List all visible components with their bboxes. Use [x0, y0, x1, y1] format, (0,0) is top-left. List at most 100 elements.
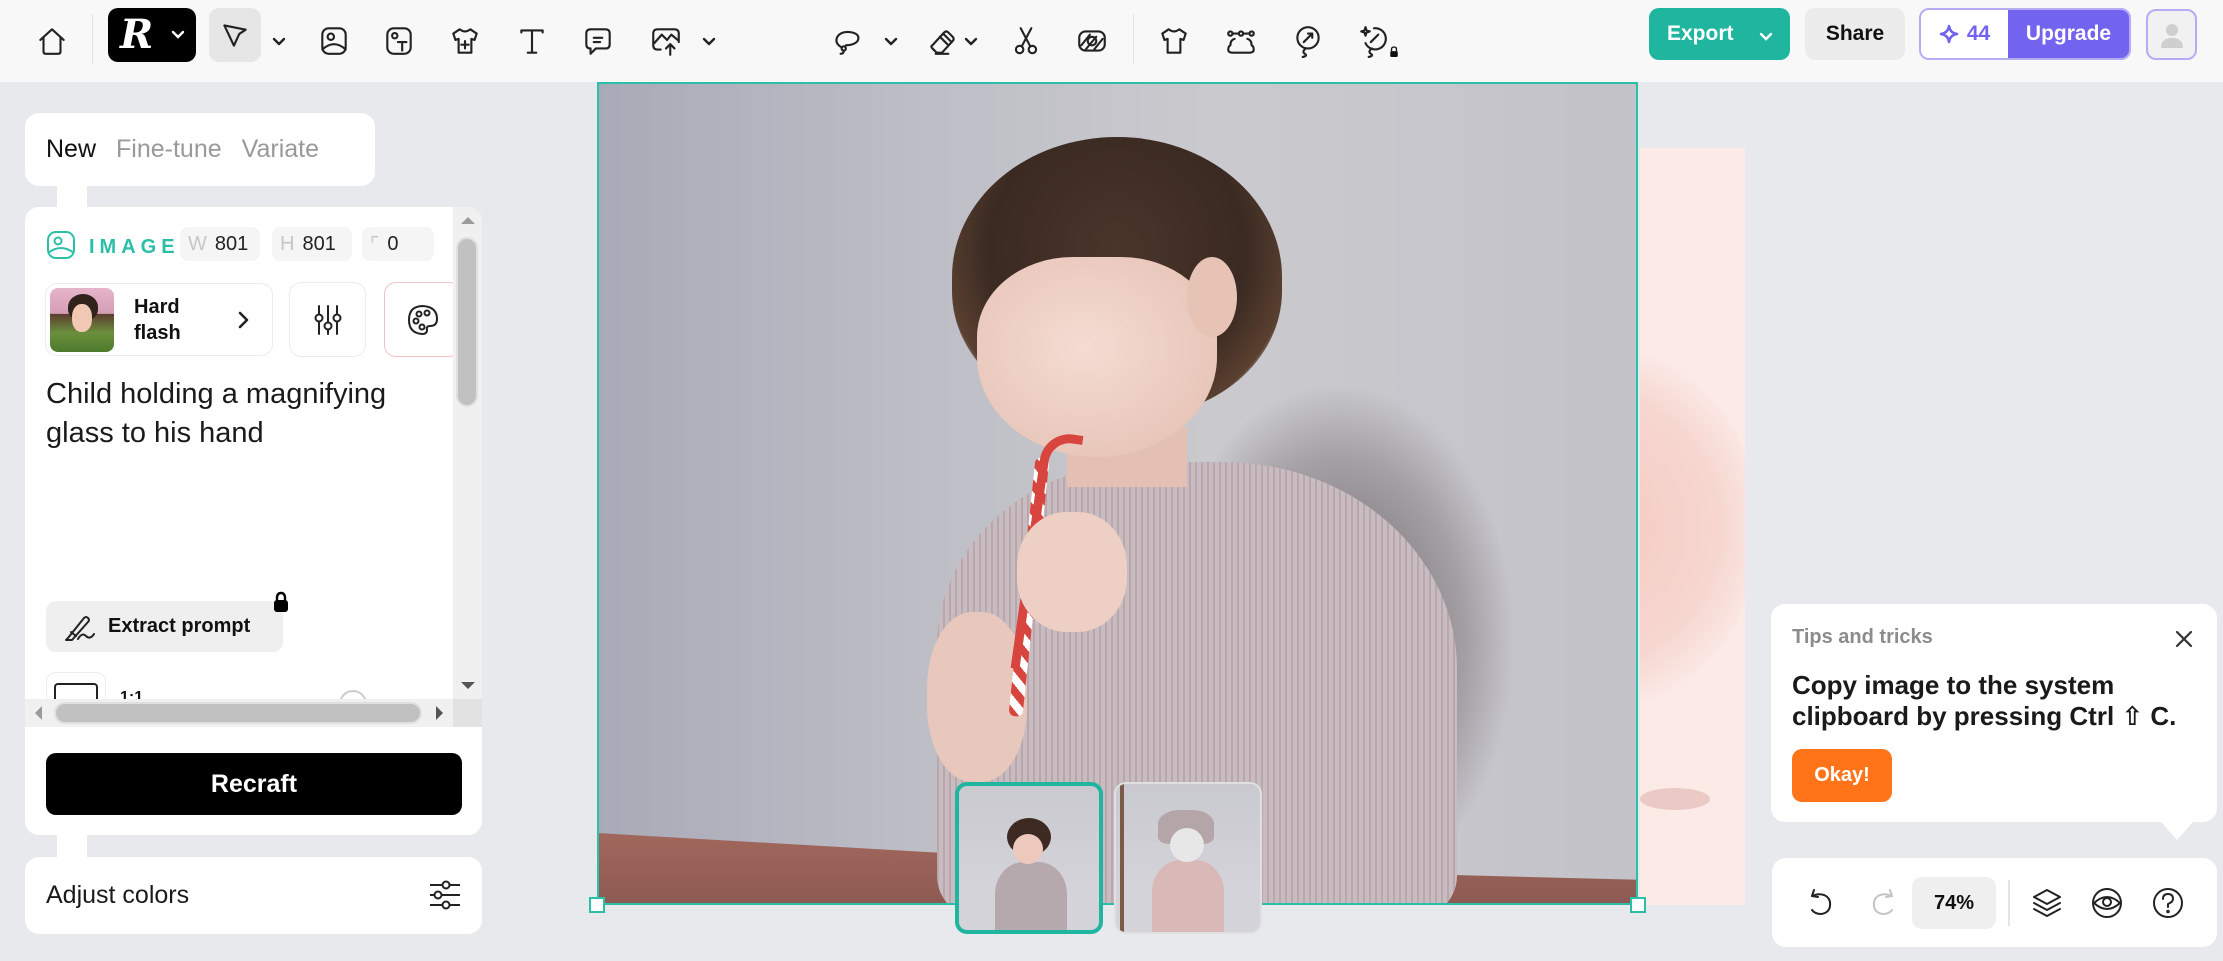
comment-icon	[585, 28, 611, 55]
settings-sliders-button[interactable]	[289, 282, 366, 357]
eraser-dropdown[interactable]	[960, 25, 982, 57]
home-button[interactable]	[28, 17, 76, 65]
upload-dropdown[interactable]	[698, 25, 720, 57]
variant-thumbnail-2[interactable]	[1114, 782, 1262, 934]
undo-icon	[1811, 889, 1832, 915]
upload-image-button[interactable]	[642, 17, 690, 65]
scroll-down-arrow[interactable]	[461, 682, 475, 689]
layers-button[interactable]	[2024, 880, 2070, 926]
account-avatar-button[interactable]	[2146, 9, 2197, 60]
chevron-down-icon	[964, 37, 978, 46]
comment-tool-button[interactable]	[574, 17, 622, 65]
lasso-dropdown[interactable]	[880, 25, 902, 57]
eraser-icon	[930, 30, 955, 55]
remove-background-button[interactable]	[1068, 17, 1116, 65]
resize-handle-bottom-left[interactable]	[589, 897, 605, 913]
style-selector-button[interactable]: Hard flash	[45, 283, 273, 356]
image-icon	[45, 229, 77, 266]
image-text-tool-button[interactable]	[375, 17, 423, 65]
recraft-button[interactable]: Recraft	[46, 753, 462, 815]
prompt-input[interactable]: Child holding a magnifying glass to his …	[46, 375, 436, 453]
lock-icon	[1389, 45, 1399, 63]
scroll-right-arrow[interactable]	[436, 706, 443, 720]
help-button[interactable]	[2145, 880, 2191, 926]
corner-radius-icon: ⌜	[370, 233, 380, 256]
preview-button[interactable]	[2084, 880, 2130, 926]
style-name: Hard flash	[134, 295, 181, 344]
tab-fine-tune[interactable]: Fine-tune	[116, 135, 222, 164]
upload-image-icon	[652, 28, 680, 56]
tshirt-icon	[1161, 28, 1187, 54]
okay-button[interactable]: Okay!	[1792, 749, 1892, 802]
corner-radius-field[interactable]: ⌜ 0	[362, 227, 434, 261]
generation-panel-content: IMAGE W 801 H 801 ⌜ 0 Hard flash Child h…	[25, 207, 453, 699]
undo-button[interactable]	[1798, 880, 1844, 926]
diamond-icon	[1939, 24, 1959, 44]
close-tips-button[interactable]	[2173, 628, 2197, 652]
chevron-right-icon	[234, 308, 252, 337]
mockup-tool-button[interactable]	[1150, 17, 1198, 65]
height-field[interactable]: H 801	[272, 227, 352, 261]
home-icon	[39, 28, 65, 55]
adjust-colors-section[interactable]: Adjust colors	[25, 857, 482, 934]
cut-tool-button[interactable]	[1002, 17, 1050, 65]
top-toolbar: R Export Share 44 Upgrade	[0, 0, 2223, 82]
brand-menu-button[interactable]: R	[108, 8, 196, 62]
palette-icon	[407, 304, 438, 335]
redo-icon	[1872, 889, 1893, 915]
vertical-scrollbar[interactable]	[453, 207, 482, 699]
cursor-icon	[223, 24, 247, 47]
eraser-tool-button[interactable]	[918, 17, 966, 65]
bottom-divider	[2008, 880, 2010, 926]
recraft-logo-icon: R	[120, 11, 154, 58]
resize-handle-bottom-right[interactable]	[1630, 897, 1646, 913]
scroll-up-arrow[interactable]	[461, 217, 475, 224]
image-type-selector[interactable]: IMAGE	[45, 229, 180, 266]
scroll-left-arrow[interactable]	[35, 706, 42, 720]
upgrade-button[interactable]: Upgrade	[2008, 10, 2129, 58]
bottom-controls: 74%	[1772, 858, 2217, 947]
export-label: Export	[1667, 22, 1734, 45]
main-canvas-image[interactable]	[597, 82, 1638, 905]
user-avatar-icon	[2160, 23, 2183, 48]
aspect-ratio-radio[interactable]	[339, 690, 367, 699]
scrollbar-corner	[453, 699, 482, 727]
tab-new[interactable]: New	[46, 135, 96, 164]
zoom-level-button[interactable]: 74%	[1912, 877, 1996, 929]
text-icon	[520, 29, 544, 54]
mockup-add-button[interactable]	[441, 17, 489, 65]
chevron-down-icon	[170, 26, 186, 42]
toolbar-divider	[1133, 14, 1134, 64]
background-artboard[interactable]	[1640, 148, 1745, 905]
image-tool-button[interactable]	[310, 17, 358, 65]
vector-cloud-icon	[1227, 30, 1255, 54]
redo-button[interactable]	[1860, 880, 1906, 926]
image-icon	[321, 27, 347, 55]
layers-icon	[2033, 889, 2061, 917]
sliders-icon	[314, 304, 341, 335]
select-tool-button[interactable]	[209, 8, 261, 62]
color-palette-button[interactable]	[384, 282, 453, 357]
horizontal-scrollbar[interactable]	[25, 699, 453, 727]
extract-prompt-button[interactable]: Extract prompt	[46, 601, 283, 652]
text-tool-button[interactable]	[508, 17, 556, 65]
variant-thumbnail-1[interactable]	[955, 782, 1103, 934]
height-key: H	[280, 232, 295, 255]
aspect-ratio-button[interactable]	[46, 672, 106, 699]
credits-count: 44	[1966, 22, 1991, 45]
upscale-button[interactable]	[1284, 17, 1332, 65]
tab-variate[interactable]: Variate	[242, 135, 319, 164]
width-field[interactable]: W 801	[180, 227, 260, 261]
height-value: 801	[302, 232, 336, 255]
style-thumbnail	[50, 287, 114, 352]
vectorize-button[interactable]	[1217, 17, 1265, 65]
scroll-thumb[interactable]	[54, 702, 422, 724]
scroll-thumb[interactable]	[456, 237, 478, 407]
extract-prompt-label: Extract prompt	[108, 615, 251, 637]
credits-balance[interactable]: 44	[1921, 10, 2008, 58]
select-tool-dropdown[interactable]	[268, 25, 290, 57]
mode-tabs: New Fine-tune Variate	[25, 113, 375, 186]
share-button[interactable]: Share	[1805, 8, 1905, 60]
lasso-tool-button[interactable]	[824, 17, 872, 65]
export-button[interactable]: Export	[1649, 8, 1790, 60]
